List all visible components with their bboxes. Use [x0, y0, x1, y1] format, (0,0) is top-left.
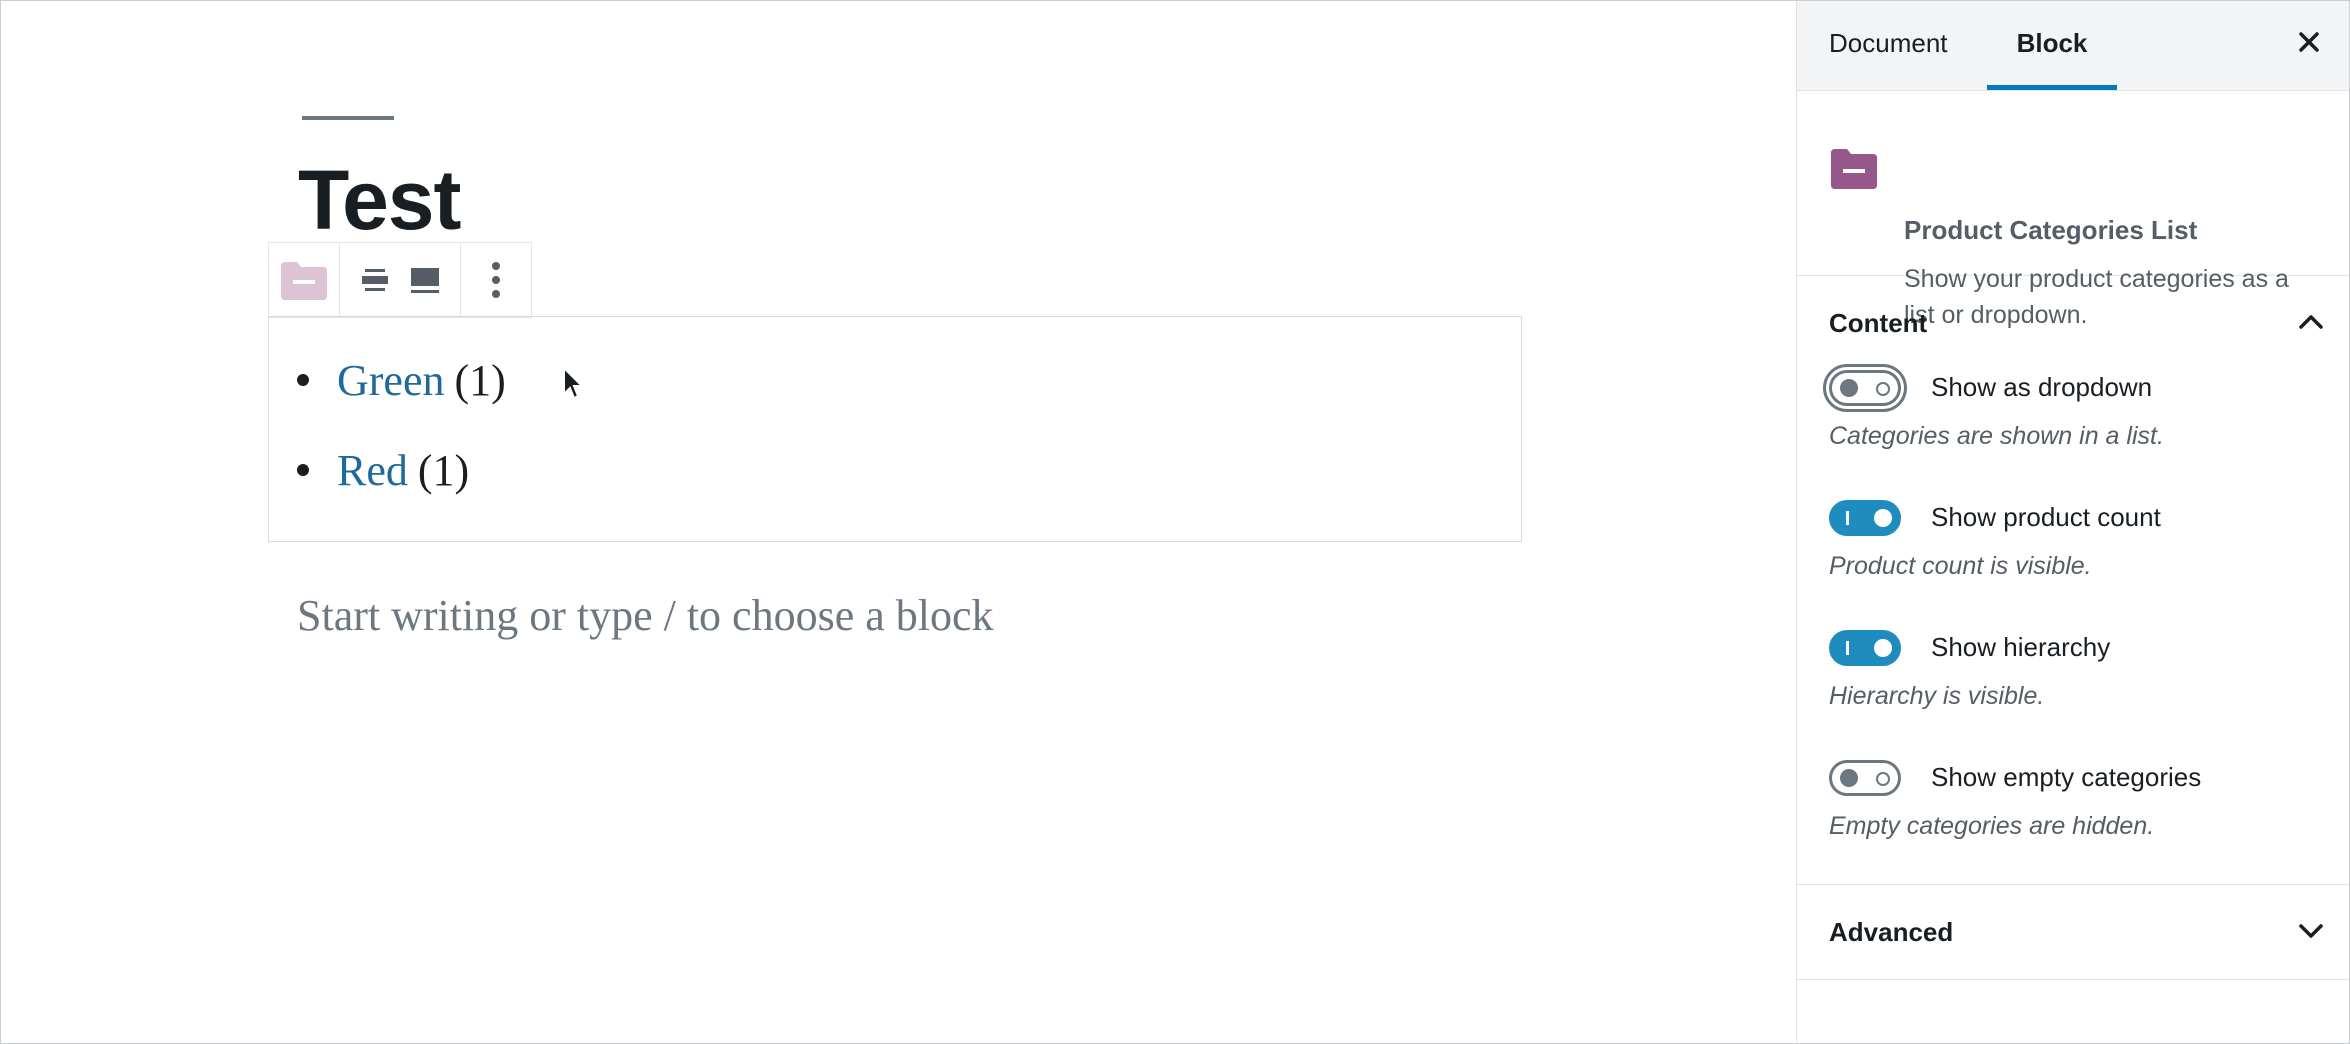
folder-icon [279, 258, 329, 302]
bullet [297, 464, 309, 476]
block-card-title: Product Categories List [1904, 215, 2198, 245]
toggle-on-indicator [1846, 641, 1849, 655]
close-sidebar-button[interactable] [2289, 24, 2329, 64]
more-options-button[interactable] [471, 250, 521, 310]
panel-title: Content [1829, 308, 1928, 338]
title-separator [302, 116, 394, 120]
toggle-row-hierarchy: Show hierarchy Hierarchy is visible. [1797, 630, 2350, 760]
show-hierarchy-toggle[interactable] [1829, 630, 1901, 666]
sidebar-tabs: Document Block [1797, 0, 2350, 91]
toggle-label[interactable]: Show hierarchy [1931, 632, 2110, 663]
default-block-appender[interactable]: Start writing or type / to choose a bloc… [297, 590, 994, 641]
list-item: Red (1) [297, 445, 506, 495]
toggle-label[interactable]: Show product count [1931, 502, 2161, 533]
show-empty-categories-toggle[interactable] [1829, 760, 1901, 796]
ellipsis-vertical-icon [491, 261, 501, 299]
panel-title: Advanced [1829, 917, 1954, 947]
product-categories-block[interactable]: Green (1) Red (1) [268, 316, 1522, 542]
category-link-green[interactable]: Green [337, 355, 445, 406]
chevron-down-icon [2297, 917, 2325, 950]
align-full-icon [409, 265, 441, 295]
block-toolbar [268, 242, 532, 318]
toggle-knob [1840, 769, 1858, 787]
toggle-off-indicator [1876, 382, 1890, 396]
toggle-off-indicator [1876, 772, 1890, 786]
category-list: Green (1) Red (1) [297, 355, 506, 535]
toggle-label[interactable]: Show as dropdown [1931, 372, 2152, 403]
show-as-dropdown-toggle[interactable] [1823, 364, 1907, 412]
settings-sidebar: Document Block Product Categories List S… [1796, 0, 2350, 1044]
toggle-help: Hierarchy is visible. [1829, 682, 2045, 710]
toggle-knob [1874, 509, 1892, 527]
category-link-red[interactable]: Red [337, 445, 408, 496]
toggle-knob [1874, 639, 1892, 657]
align-wide-icon [360, 265, 390, 295]
toggle-label[interactable]: Show empty categories [1931, 762, 2201, 793]
alignment-group [340, 243, 461, 317]
tab-document[interactable]: Document [1829, 0, 1948, 90]
toggle-row-product-count: Show product count Product count is visi… [1797, 500, 2350, 630]
content-panel: Content Show as dropdown Categories are … [1797, 276, 2350, 885]
more-options-group [461, 243, 531, 317]
toggle-help: Product count is visible. [1829, 552, 2092, 580]
content-panel-toggle[interactable]: Content [1797, 276, 2350, 370]
list-item: Green (1) [297, 355, 506, 405]
folder-icon [1829, 145, 1879, 196]
block-switcher-group [269, 243, 340, 317]
category-count: (1) [417, 445, 470, 495]
show-product-count-toggle[interactable] [1829, 500, 1901, 536]
block-type-button[interactable] [279, 250, 329, 310]
post-title[interactable]: Test [298, 158, 461, 242]
mouse-pointer-icon [562, 365, 586, 405]
toggle-on-indicator [1846, 511, 1849, 525]
category-count: (1) [454, 355, 506, 405]
close-icon [2297, 30, 2321, 59]
align-wide-button[interactable] [350, 250, 400, 310]
chevron-up-icon [2297, 308, 2325, 341]
toggle-help: Empty categories are hidden. [1829, 812, 2155, 840]
toggle-row-empty-categories: Show empty categories Empty categories a… [1797, 760, 2350, 884]
tab-block[interactable]: Block [1987, 0, 2117, 90]
align-full-button[interactable] [400, 250, 450, 310]
block-card: Product Categories List Show your produc… [1797, 91, 2350, 329]
toggle-help: Categories are shown in a list. [1829, 422, 2164, 450]
bullet [297, 374, 309, 386]
toggle-knob [1840, 379, 1858, 397]
toggle-row-dropdown: Show as dropdown Categories are shown in… [1797, 364, 2350, 500]
advanced-panel-toggle[interactable]: Advanced [1797, 885, 2350, 980]
editor-canvas: Test Green (1) Red (1) Start writing or … [0, 0, 1796, 1044]
